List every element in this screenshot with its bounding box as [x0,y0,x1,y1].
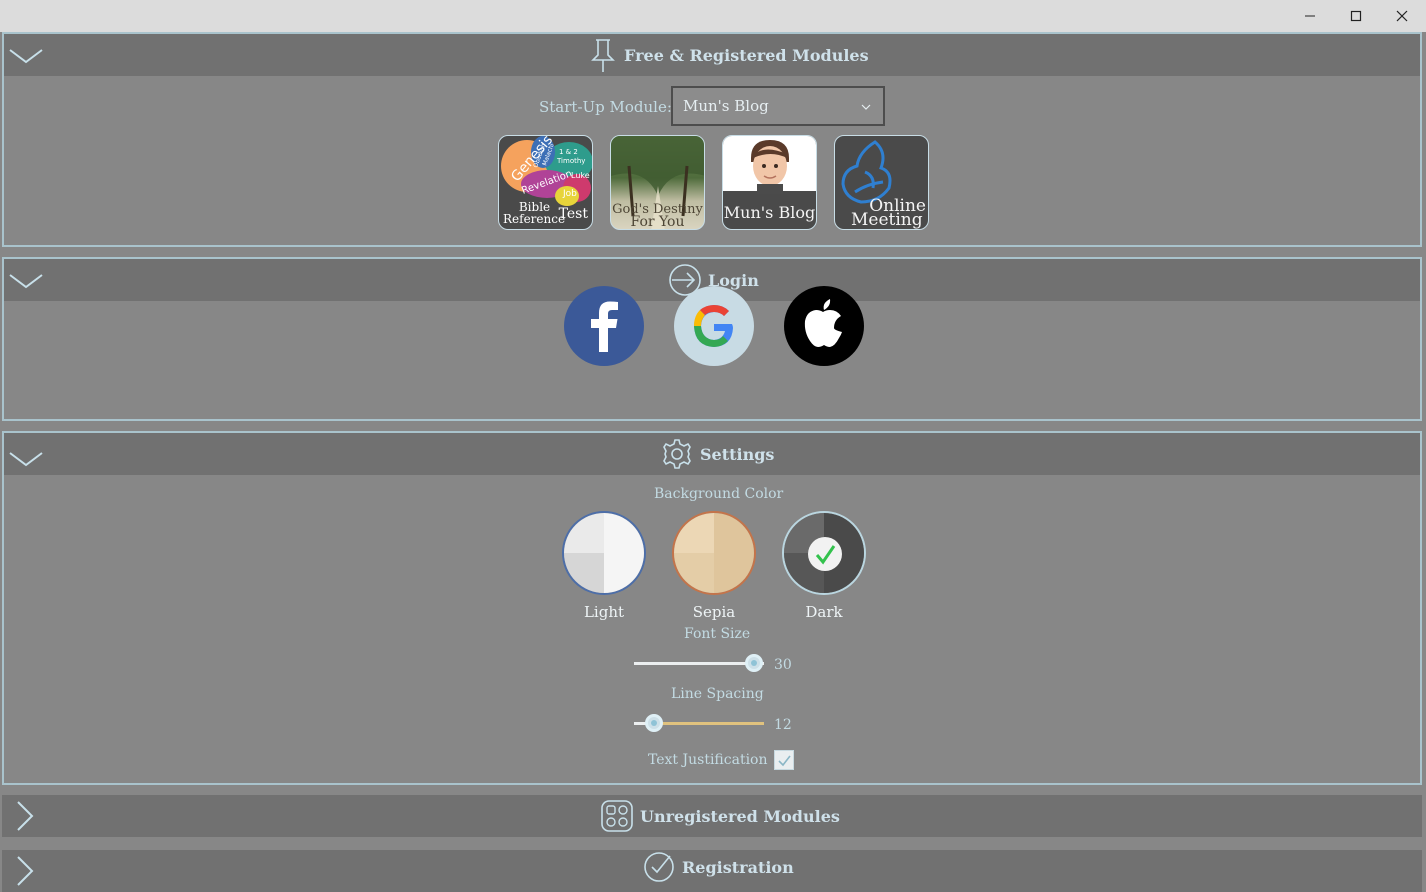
maximize-icon [1350,10,1362,22]
checkmark-icon [815,545,836,565]
close-button[interactable] [1379,0,1425,32]
module-tile-muns-blog[interactable]: Mun's Blog [722,135,817,230]
modules-grid-icon [601,800,633,832]
chevron-down-icon[interactable] [8,42,44,66]
tile-label-line2: Reference [503,212,566,226]
chevron-right-icon[interactable] [14,798,38,834]
startup-module-value: Mun's Blog [683,97,769,115]
line-spacing-value: 12 [774,717,792,733]
registration-title: Registration [642,852,794,882]
tag-1-2: 1 & 2 [559,148,578,156]
checkmark-icon [778,755,791,767]
settings-header[interactable]: Settings [4,433,1420,475]
edit-check-icon [644,852,674,882]
pin-icon [591,39,615,72]
modules-title: Free & Registered Modules [588,34,869,76]
module-tile-bible-reference-test[interactable]: Genesis Revelation Luke Job 1 & 2 Timoth… [498,135,593,230]
tile-label-line1: Mun's Blog [723,203,816,222]
google-icon [694,305,733,347]
modules-section: Free & Registered Modules Start-Up Modul… [2,32,1422,247]
font-size-label: Font Size [684,626,751,642]
settings-title: Settings [660,433,774,475]
unregistered-title: Unregistered Modules [600,795,840,837]
swatch-dark-label: Dark [805,603,843,621]
gear-icon [663,439,691,469]
line-spacing-thumb[interactable] [644,714,663,732]
chevron-down-icon[interactable] [8,445,44,469]
settings-section: Settings Background Color Light Sepia Da… [2,431,1422,785]
font-size-value: 30 [774,657,792,673]
modules-header[interactable]: Free & Registered Modules [4,34,1420,76]
registration-header[interactable]: Registration [2,850,1422,892]
swatch-sepia[interactable] [672,511,756,595]
chevron-down-icon [861,104,871,110]
apple-login-button[interactable] [784,286,864,366]
tag-job: Job [562,189,577,199]
close-icon [1396,10,1408,22]
unregistered-header[interactable]: Unregistered Modules [2,795,1422,837]
tile-label-line2: Meeting [851,210,923,230]
text-justification-checkbox[interactable] [774,750,794,770]
facebook-login-button[interactable] [564,286,644,366]
background-color-label: Background Color [654,486,784,502]
minimize-button[interactable] [1287,0,1333,32]
font-size-slider[interactable] [634,653,764,675]
swatch-light[interactable] [562,511,646,595]
unregistered-section: Unregistered Modules [2,795,1422,841]
facebook-icon [591,301,618,352]
startup-module-label: Start-Up Module: [539,98,672,116]
module-tile-gods-destiny[interactable]: God's Destiny For You [610,135,705,230]
line-spacing-label: Line Spacing [671,686,764,702]
minimize-icon [1305,15,1315,17]
google-login-button[interactable] [674,286,754,366]
avatar [751,140,789,194]
tile-label-line2: For You [630,214,685,230]
tile-label-line3: Test [558,206,588,222]
tag-luke: Luke [571,171,590,180]
font-size-thumb[interactable] [744,654,763,672]
tag-timothy: Timothy [556,157,585,165]
swatch-dark[interactable] [782,511,866,595]
chevron-down-icon[interactable] [8,267,44,291]
maximize-button[interactable] [1333,0,1379,32]
chevron-right-icon[interactable] [14,853,38,889]
registration-section: Registration [2,850,1422,892]
selected-indicator [808,537,842,571]
module-tile-online-meeting[interactable]: Online Meeting [834,135,929,230]
apple-icon [804,299,842,347]
swatch-light-label: Light [583,603,625,621]
window-titlebar [0,0,1426,32]
startup-module-select[interactable]: Mun's Blog [671,86,885,126]
swatch-sepia-label: Sepia [692,603,736,621]
line-spacing-slider[interactable] [634,713,764,735]
text-justification-label: Text Justification [648,752,768,768]
